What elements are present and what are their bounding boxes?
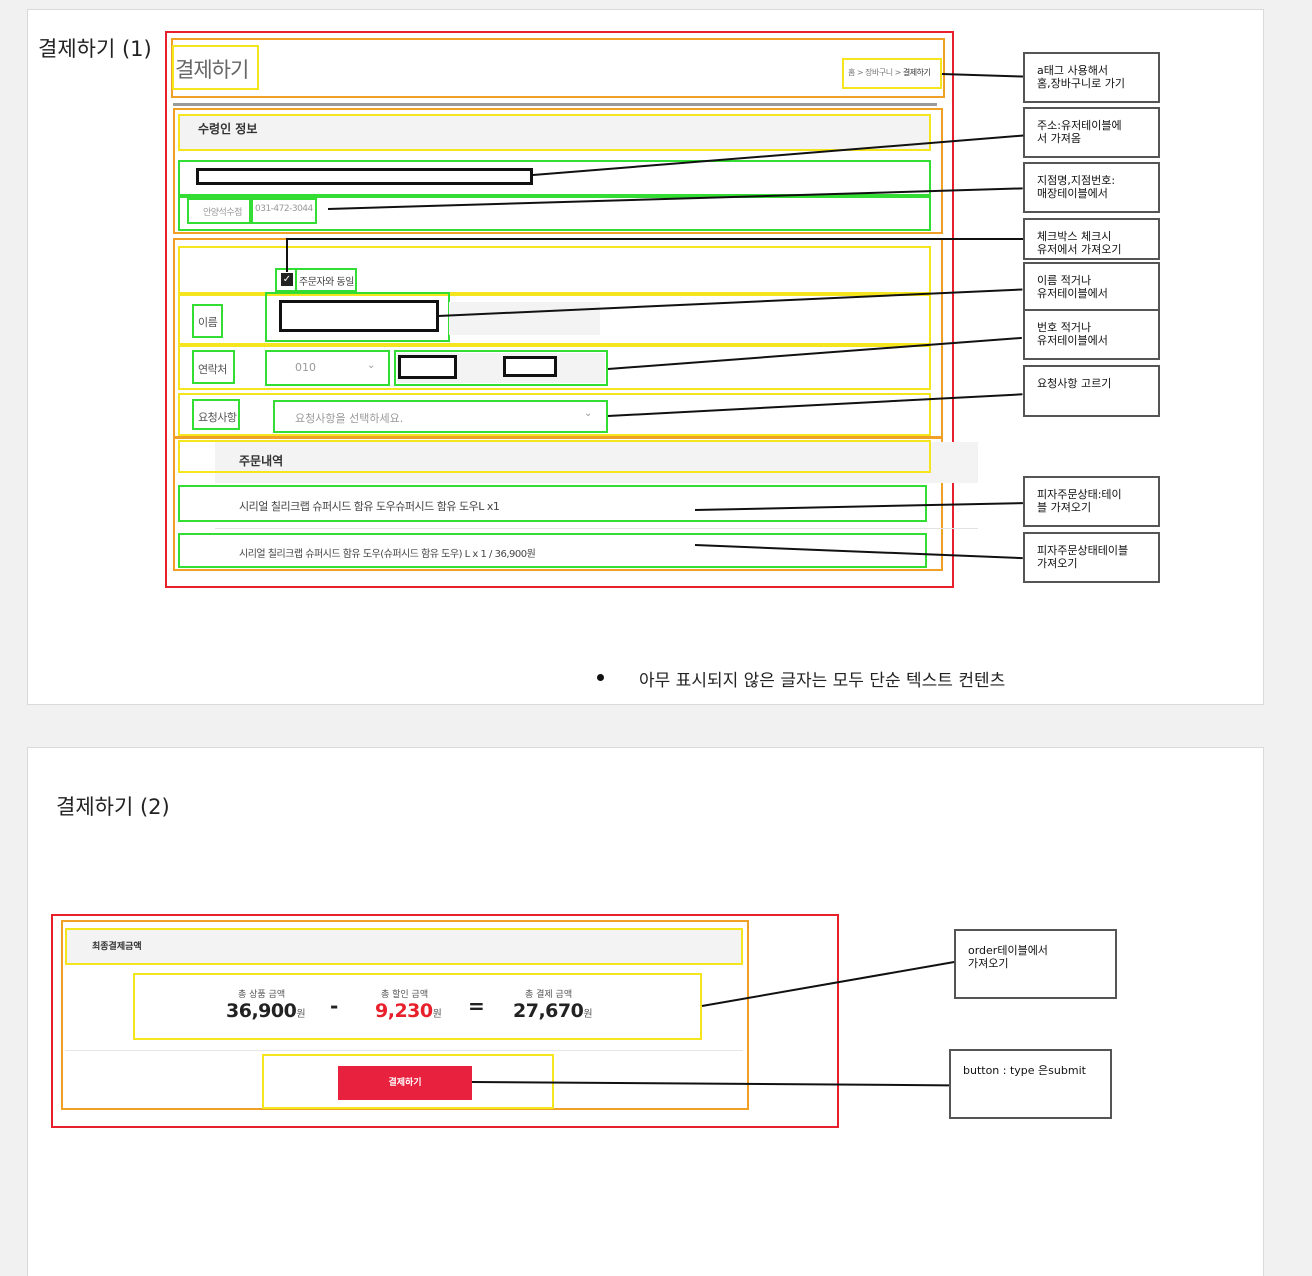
address-field (196, 168, 533, 185)
breadcrumb-sep: > (894, 68, 902, 77)
submit-button-label: 결제하기 (388, 1078, 422, 1088)
divider (65, 1050, 743, 1051)
bullet-dot (597, 674, 604, 681)
note-text: 번호 적거나 유저테이블에서 (1037, 321, 1108, 347)
discount-amount: 9,230원 (375, 1000, 442, 1022)
phone-last-input[interactable] (503, 356, 557, 377)
note-box: button : type 은submit (949, 1049, 1112, 1119)
won-unit: 원 (432, 1009, 442, 1020)
note-text: 이름 적거나 유저테이블에서 (1037, 274, 1108, 300)
total-label: 총 상품 금액 (238, 990, 286, 1000)
note-box: 이름 적거나 유저테이블에서 (1023, 262, 1160, 312)
minus-sign: - (330, 994, 339, 1018)
note-box: 체크박스 체크시 유저에서 가져오기 (1023, 218, 1160, 260)
submit-button[interactable]: 결제하기 (338, 1066, 472, 1100)
pay-amount: 27,670원 (513, 1000, 593, 1022)
recipient-title-bar (178, 114, 931, 151)
note-box: 번호 적거나 유저테이블에서 (1023, 309, 1160, 360)
phone-label: 연락처 (198, 363, 227, 376)
page-1-title: 결제하기 (1) (38, 37, 152, 61)
phone-mid-input[interactable] (398, 355, 457, 379)
store-name: 안양석수점 (203, 208, 242, 218)
note-box: 주소:유저테이블에 서 가져옴 (1023, 107, 1160, 158)
breadcrumb-sep: > (856, 68, 864, 77)
discount-value: 9,230 (375, 1000, 433, 1022)
note-text: 주소:유저테이블에 서 가져옴 (1037, 119, 1122, 145)
total-amount: 36,900원 (226, 1000, 306, 1022)
name-input[interactable] (279, 300, 439, 332)
note-box: 요청사항 고르기 (1023, 365, 1160, 417)
note-text: a태그 사용해서 홈,장바구니로 가기 (1037, 64, 1125, 90)
connector-line (286, 238, 288, 272)
name-input-ext (449, 302, 600, 335)
checkout-heading: 결제하기 (175, 58, 249, 82)
order-title-bar (178, 440, 931, 473)
request-placeholder: 요청사항을 선택하세요. (295, 412, 404, 425)
note-text: 요청사항 고르기 (1037, 377, 1112, 390)
same-orderer-checkbox[interactable]: ✓ (281, 273, 293, 286)
note-text: 피자주문상태테이블 가져오기 (1037, 544, 1129, 570)
total-value: 36,900 (226, 1000, 297, 1022)
recipient-title: 수령인 정보 (198, 122, 258, 136)
pay-value: 27,670 (513, 1000, 584, 1022)
note-box: a태그 사용해서 홈,장바구니로 가기 (1023, 52, 1160, 103)
same-orderer-label: 주문자와 동일 (299, 277, 354, 288)
pay-label: 총 결제 금액 (525, 990, 573, 1000)
store-phone: 031-472-3044 (255, 204, 313, 214)
note-text: 피자주문상태:테이 블 가져오기 (1037, 488, 1122, 514)
note-text: 체크박스 체크시 유저에서 가져오기 (1037, 230, 1122, 256)
note-box: order테이블에서 가져오기 (954, 929, 1117, 999)
chevron-down-icon: ⌄ (367, 360, 376, 371)
note-text: button : type 은submit (963, 1064, 1086, 1077)
note-text: order테이블에서 가져오기 (968, 944, 1048, 970)
note-box: 지점명,지점번호: 매장테이블에서 (1023, 162, 1160, 213)
note-text: 지점명,지점번호: 매장테이블에서 (1037, 174, 1116, 200)
phone-prefix-value: 010 (295, 361, 316, 374)
final-title: 최종결제금액 (92, 942, 142, 952)
order-item-2: 시리얼 칠리크랩 슈퍼시드 함유 도우(슈퍼시드 함유 도우) L x 1 / … (239, 549, 536, 560)
discount-label: 총 할인 금액 (381, 990, 429, 1000)
name-label: 이름 (198, 316, 218, 329)
breadcrumb-current: 결제하기 (902, 68, 931, 77)
breadcrumb-row: 홈 > 장바구니 > 결제하기 (848, 67, 931, 78)
note-box: 피자주문상태:테이 블 가져오기 (1023, 476, 1160, 527)
order-item-1: 시리얼 칠리크랩 슈퍼시드 함유 도우슈퍼시드 함유 도우L x1 (239, 500, 500, 513)
request-label: 요청사항 (198, 411, 237, 424)
breadcrumb-home-link[interactable]: 홈 (848, 68, 855, 77)
bullet-text: 아무 표시되지 않은 글자는 모두 단순 텍스트 컨텐츠 (639, 671, 1006, 691)
divider (173, 103, 937, 106)
header-section (171, 38, 945, 98)
final-title-bar (65, 928, 743, 965)
won-unit: 원 (296, 1009, 306, 1020)
won-unit: 원 (583, 1009, 593, 1020)
chevron-down-icon: ⌄ (584, 408, 593, 419)
order-title: 주문내역 (239, 454, 284, 468)
connector-line (286, 238, 1023, 240)
note-box: 피자주문상태테이블 가져오기 (1023, 532, 1160, 583)
breadcrumb-cart-link[interactable]: 장바구니 (865, 68, 893, 77)
equals-sign: = (468, 994, 485, 1018)
page-2-title: 결제하기 (2) (56, 795, 170, 819)
divider (215, 528, 978, 529)
